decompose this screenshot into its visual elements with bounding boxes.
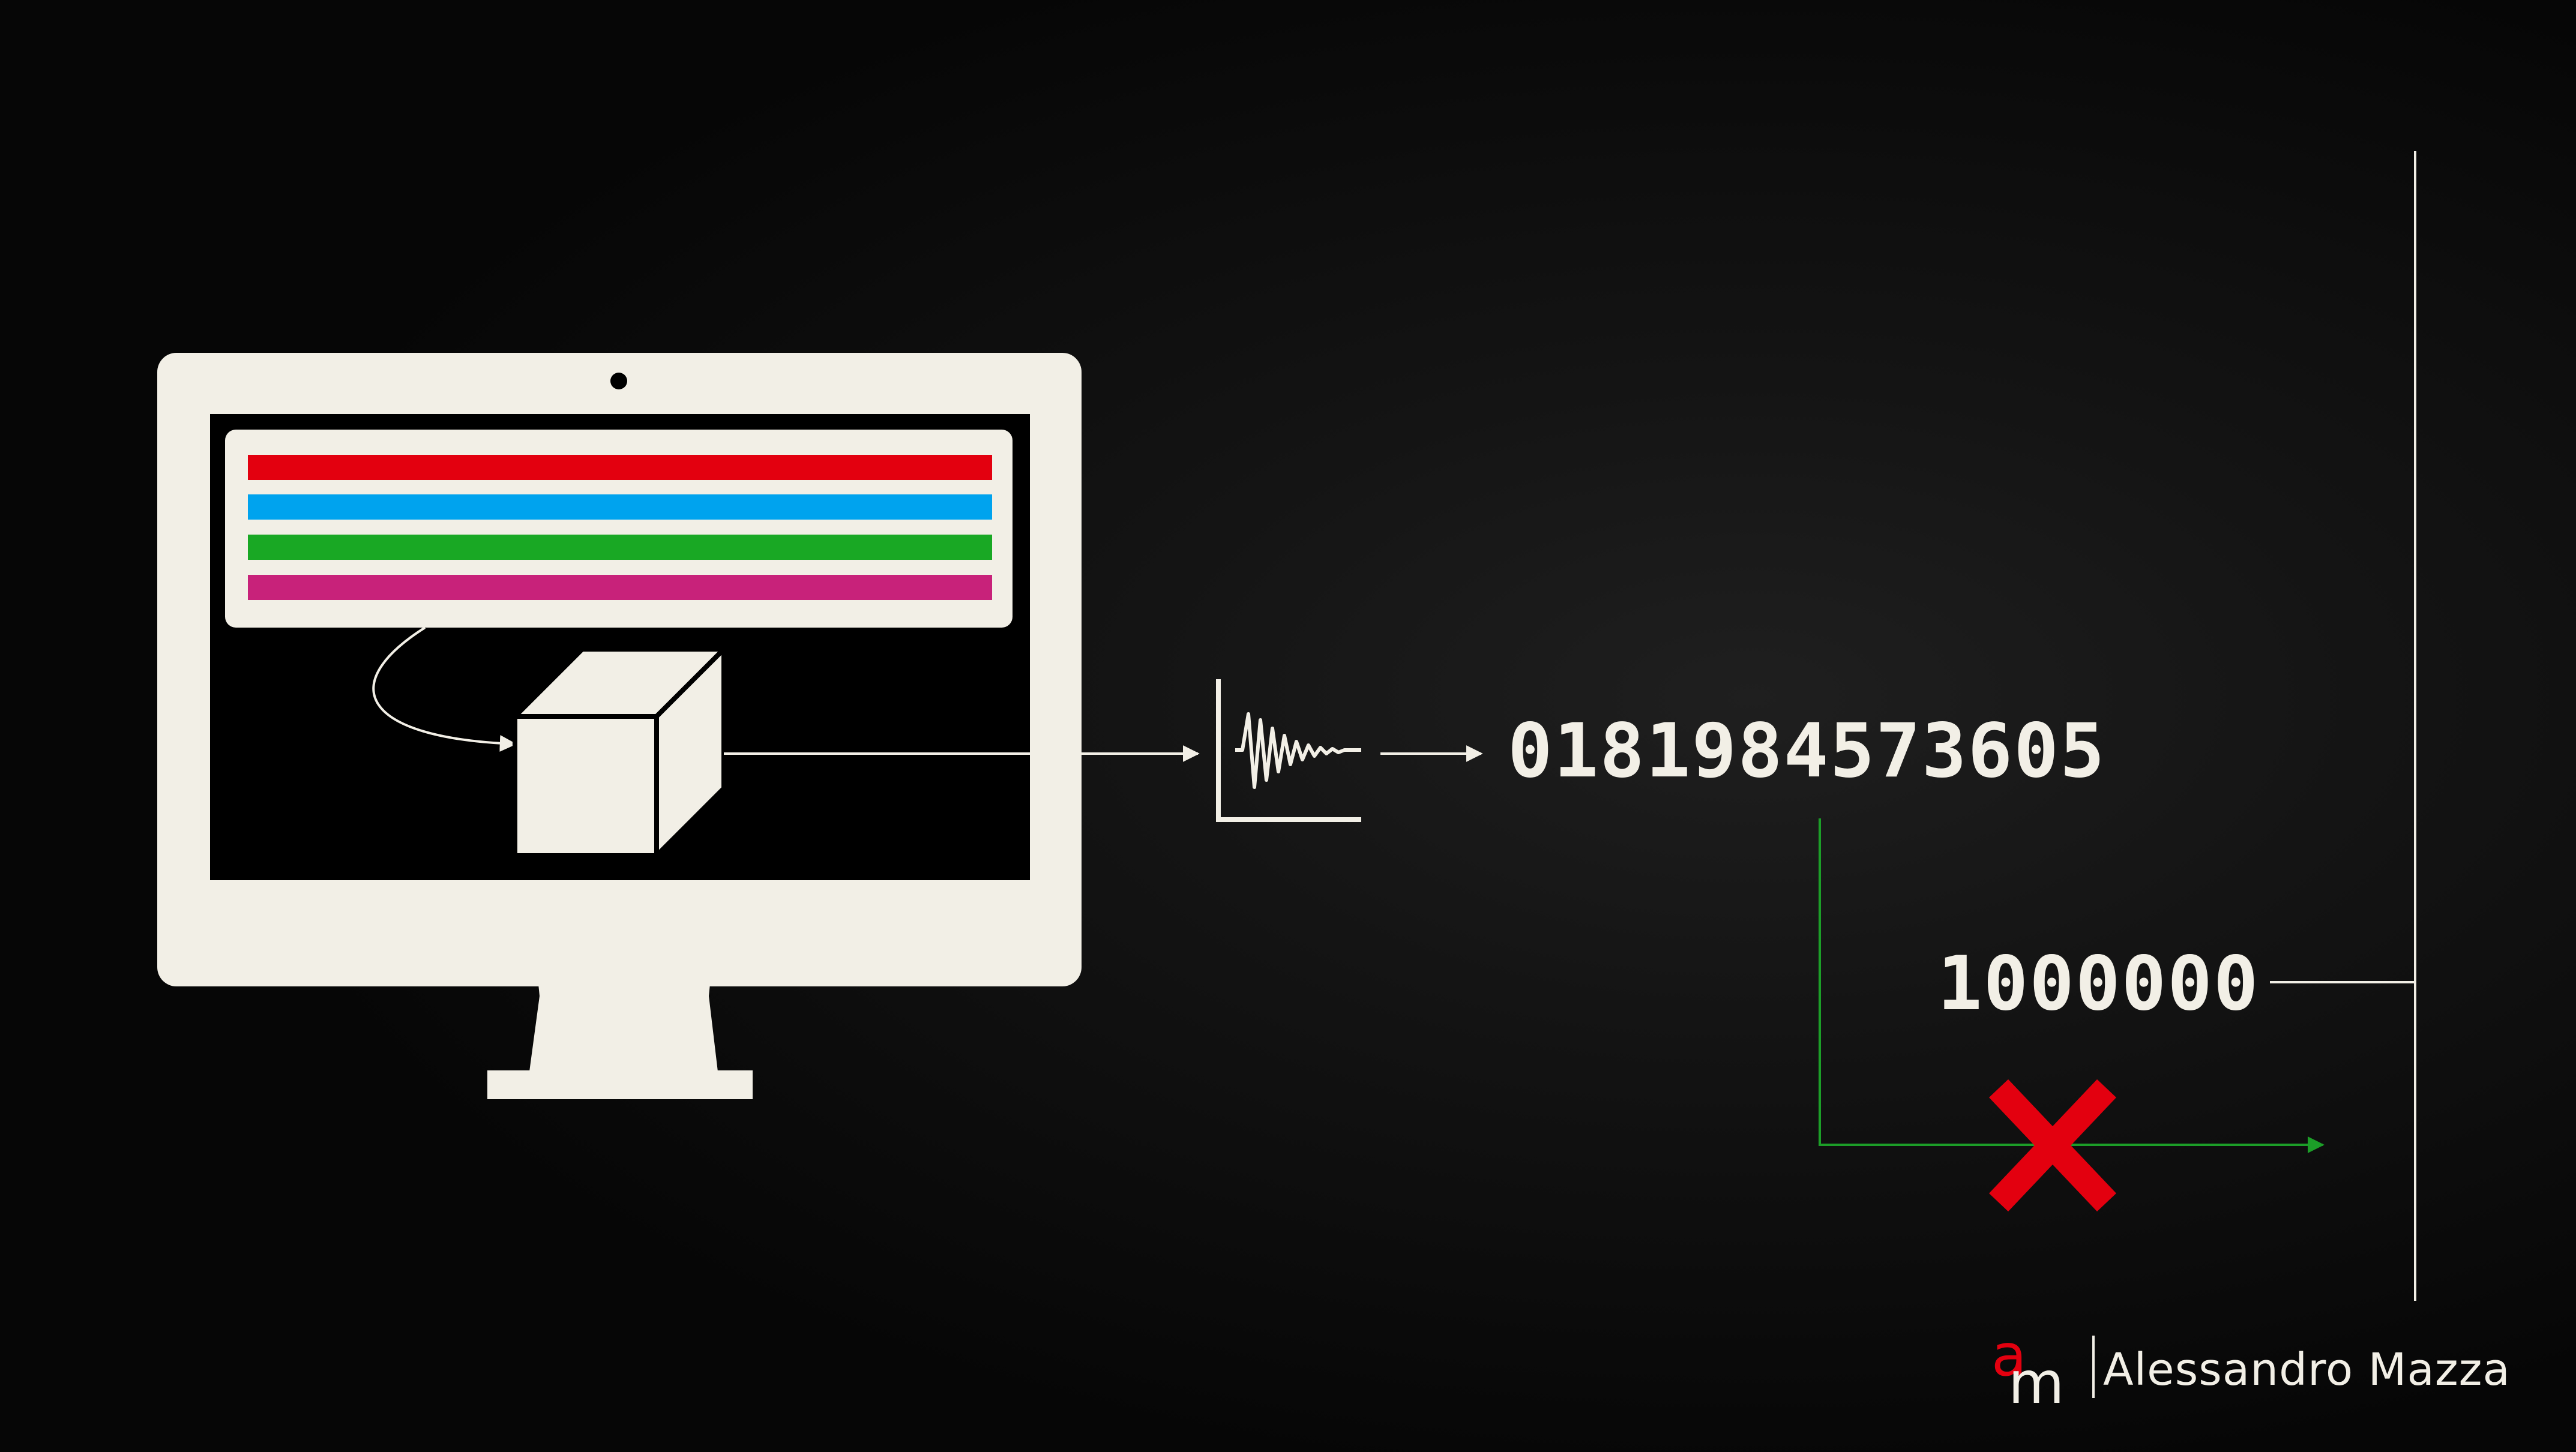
monitor-base xyxy=(487,1070,753,1099)
waveform-icon xyxy=(1216,679,1361,822)
brand: Alessandro Mazza xyxy=(2103,1331,2511,1409)
camera-dot xyxy=(610,373,627,389)
monitor-stand xyxy=(529,984,718,1072)
author-name: Alessandro Mazza xyxy=(2103,1344,2511,1396)
diagram-graphics: a m xyxy=(157,151,2416,1417)
code-window xyxy=(225,430,1013,628)
logo-icon: a m xyxy=(1991,1322,2095,1417)
bar-red xyxy=(248,455,992,480)
bar-blue xyxy=(248,494,992,520)
diagram-canvas: a m 0181984573605 1000000 Alessandro Maz… xyxy=(0,0,2576,1452)
bar-magenta xyxy=(248,575,992,600)
code-value: 0181984573605 xyxy=(1508,708,2106,794)
svg-text:m: m xyxy=(2008,1349,2065,1417)
limit-value: 1000000 xyxy=(1937,941,2260,1027)
bar-green xyxy=(248,535,992,560)
